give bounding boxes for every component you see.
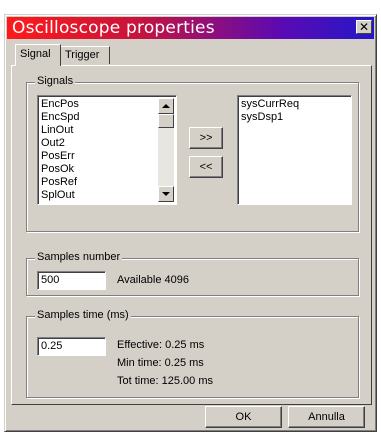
signal-tab-panel: Signals EncPos EncSpd LinOut Out2 PosErr…	[11, 65, 372, 405]
arrow-up-icon	[162, 104, 170, 108]
list-scrollbar[interactable]	[158, 98, 174, 202]
samples-time-group: Samples time (ms) 0.25 Effective: 0.25 m…	[26, 309, 359, 398]
scroll-thumb[interactable]	[158, 114, 174, 128]
add-signal-label: >>	[199, 132, 213, 144]
remove-signal-button[interactable]: <<	[189, 156, 223, 178]
list-item[interactable]: Out2	[38, 137, 176, 150]
remove-signal-label: <<	[199, 161, 213, 173]
oscilloscope-dialog: Oscilloscope properties ✕ Signal Trigger…	[4, 14, 377, 432]
signals-group: Signals EncPos EncSpd LinOut Out2 PosErr…	[26, 75, 359, 232]
list-item[interactable]: EncPos	[38, 98, 176, 111]
add-signal-button[interactable]: >>	[189, 127, 223, 149]
dialog-title: Oscilloscope properties	[12, 18, 215, 38]
samples-number-group-label: Samples number	[35, 251, 123, 263]
min-time-text: Min time: 0.25 ms	[117, 357, 204, 369]
scroll-down-button[interactable]	[158, 186, 174, 202]
arrow-down-icon	[162, 192, 170, 196]
selected-signals-list[interactable]: sysCurrReq sysDsp1	[237, 95, 352, 205]
ok-label: OK	[235, 411, 252, 423]
tab-signal[interactable]: Signal	[15, 44, 61, 66]
cancel-button[interactable]: Annulla	[288, 406, 365, 428]
list-item[interactable]: sysCurrReq	[238, 98, 351, 111]
list-item[interactable]: PosOk	[38, 163, 176, 176]
samples-number-input[interactable]: 500	[37, 271, 106, 290]
list-item[interactable]: PosRef	[38, 176, 176, 189]
tab-trigger[interactable]: Trigger	[60, 46, 110, 64]
list-item[interactable]: PosErr	[38, 150, 176, 163]
cancel-label: Annulla	[308, 411, 345, 423]
samples-time-value: 0.25	[41, 340, 63, 352]
samples-number-value: 500	[41, 274, 60, 286]
available-samples-text: Available 4096	[117, 274, 189, 286]
available-signals-list[interactable]: EncPos EncSpd LinOut Out2 PosErr PosOk P…	[37, 95, 177, 205]
tot-time-text: Tot time: 125.00 ms	[117, 375, 213, 387]
ok-button[interactable]: OK	[205, 406, 282, 428]
samples-number-group: Samples number 500 Available 4096	[26, 251, 359, 296]
title-bar[interactable]: Oscilloscope properties ✕	[7, 17, 374, 39]
close-icon: ✕	[358, 20, 370, 34]
effective-time-text: Effective: 0.25 ms	[117, 339, 205, 351]
tab-signal-label: Signal	[20, 48, 51, 60]
scroll-up-button[interactable]	[158, 98, 174, 114]
list-item[interactable]: LinOut	[38, 124, 176, 137]
samples-time-input[interactable]: 0.25	[37, 337, 106, 356]
list-item[interactable]: EncSpd	[38, 111, 176, 124]
tab-trigger-label: Trigger	[65, 49, 100, 61]
samples-time-group-label: Samples time (ms)	[35, 309, 131, 321]
list-item[interactable]: sysDsp1	[238, 111, 351, 124]
close-button[interactable]: ✕	[356, 20, 372, 34]
list-item[interactable]: SplOut	[38, 189, 176, 202]
signals-group-label: Signals	[35, 75, 76, 87]
